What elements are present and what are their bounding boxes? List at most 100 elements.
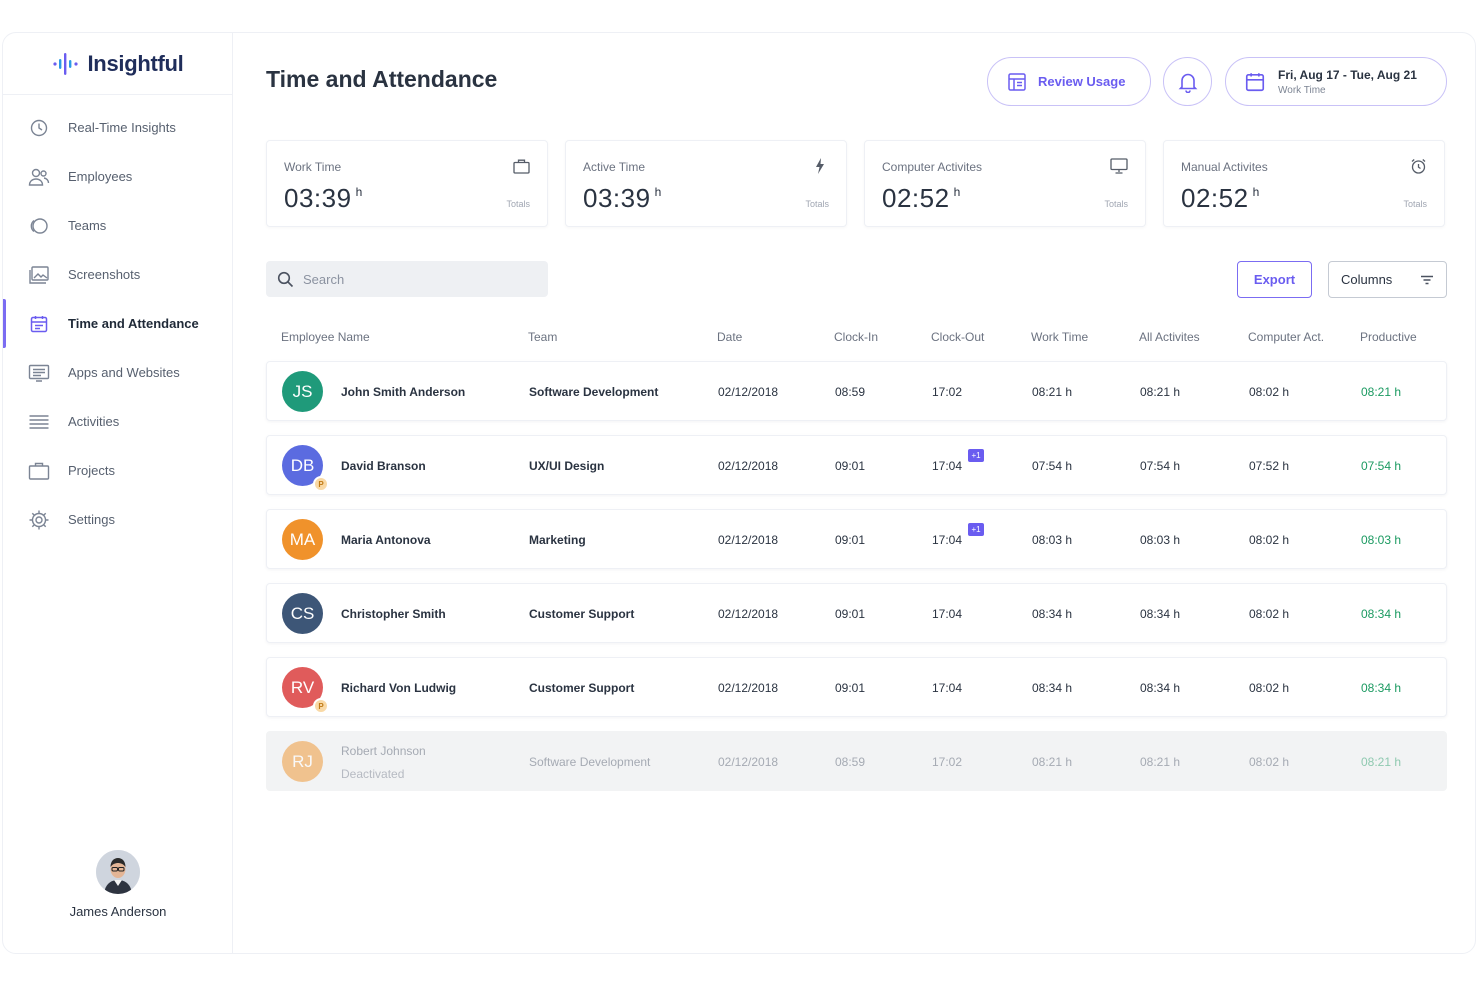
- sidebar-item-label: Screenshots: [68, 267, 141, 282]
- table-row[interactable]: CS Christopher Smith Customer Support 02…: [266, 583, 1447, 643]
- date-cell: 02/12/2018: [718, 459, 779, 473]
- team-name: Marketing: [529, 533, 586, 547]
- table-row[interactable]: RV P Richard Von Ludwig Customer Support…: [266, 657, 1447, 717]
- column-header-all-activites[interactable]: All Activites: [1139, 330, 1200, 344]
- teams-icon: [27, 214, 51, 238]
- review-usage-label: Review Usage: [1038, 74, 1126, 89]
- sidebar-item-projects[interactable]: Projects: [3, 446, 232, 495]
- clock-out-cell: 17:04: [932, 681, 963, 695]
- column-header-team[interactable]: Team: [528, 330, 557, 344]
- gear-icon: [27, 508, 51, 532]
- columns-button[interactable]: Columns: [1328, 261, 1447, 298]
- sidebar-item-apps-and-websites[interactable]: Apps and Websites: [3, 348, 232, 397]
- column-header-productive[interactable]: Productive: [1360, 330, 1417, 344]
- sidebar-nav: Real-Time Insights Employees Teams Scree…: [3, 95, 232, 544]
- employee-name[interactable]: Richard Von Ludwig: [341, 681, 456, 695]
- deactivated-label: Deactivated: [341, 767, 405, 781]
- clock-icon: [27, 116, 51, 140]
- sidebar-item-real-time-insights[interactable]: Real-Time Insights: [3, 103, 232, 152]
- date-cell: 02/12/2018: [718, 533, 779, 547]
- stat-value: 02:52 h: [882, 183, 961, 214]
- sidebar-item-label: Settings: [68, 512, 115, 527]
- columns-label: Columns: [1341, 272, 1393, 287]
- clock-out-cell: 17:02: [932, 385, 963, 399]
- stat-value: 03:39 h: [284, 183, 363, 214]
- sidebar-item-label: Time and Attendance: [68, 316, 199, 331]
- employee-name[interactable]: Robert Johnson: [341, 744, 426, 758]
- clock-in-cell: 09:01: [835, 607, 866, 621]
- employee-name[interactable]: Maria Antonova: [341, 533, 431, 547]
- date-cell: 02/12/2018: [718, 681, 779, 695]
- clock-out-cell: 17:04: [932, 459, 963, 473]
- sidebar-item-settings[interactable]: Settings: [3, 495, 232, 544]
- stat-foot: Totals: [1403, 199, 1427, 209]
- computer-act-cell: 07:52 h: [1249, 459, 1290, 473]
- sidebar-item-label: Employees: [68, 169, 133, 184]
- work-time-cell: 08:34 h: [1032, 607, 1073, 621]
- all-activites-cell: 08:34 h: [1140, 607, 1181, 621]
- productive-cell: 08:03 h: [1361, 533, 1402, 547]
- filter-icon: [1421, 275, 1433, 284]
- search-box[interactable]: [266, 261, 548, 297]
- work-time-cell: 08:34 h: [1032, 681, 1073, 695]
- user-profile[interactable]: James Anderson: [3, 850, 233, 919]
- user-name: James Anderson: [69, 904, 167, 919]
- table-body: JS John Smith Anderson Software Developm…: [266, 361, 1447, 805]
- lightning-icon: [811, 157, 829, 175]
- column-header-clock-out[interactable]: Clock-Out: [931, 330, 984, 344]
- table-row[interactable]: DB P David Branson UX/UI Design 02/12/20…: [266, 435, 1447, 495]
- table-row[interactable]: MA Maria Antonova Marketing 02/12/2018 0…: [266, 509, 1447, 569]
- avatar: [96, 850, 140, 894]
- apps-icon: [27, 361, 51, 385]
- clock-in-cell: 08:59: [835, 385, 866, 399]
- team-name: Customer Support: [529, 681, 635, 695]
- date-range-text: Fri, Aug 17 - Tue, Aug 21 Work Time: [1278, 68, 1417, 96]
- productive-cell: 07:54 h: [1361, 459, 1402, 473]
- notifications-button[interactable]: [1163, 57, 1212, 106]
- stat-card-computer-activites: Computer Activites 02:52 h Totals: [864, 140, 1146, 227]
- stat-card-active-time: Active Time 03:39 h Totals: [565, 140, 847, 227]
- review-usage-button[interactable]: Review Usage: [987, 57, 1151, 106]
- column-header-clock-in[interactable]: Clock-In: [834, 330, 878, 344]
- search-input[interactable]: [303, 271, 533, 287]
- logo-text: Insightful: [87, 50, 184, 76]
- stat-value: 02:52 h: [1181, 183, 1260, 214]
- logo[interactable]: Insightful: [3, 33, 232, 95]
- date-range-value: Fri, Aug 17 - Tue, Aug 21: [1278, 67, 1417, 82]
- team-name: UX/UI Design: [529, 459, 605, 473]
- all-activites-cell: 08:03 h: [1140, 533, 1181, 547]
- clock-in-cell: 09:01: [835, 533, 866, 547]
- productive-cell: 08:21 h: [1361, 385, 1402, 399]
- table-row[interactable]: RJ Robert Johnson Deactivated Software D…: [266, 731, 1447, 791]
- sidebar-item-time-and-attendance[interactable]: Time and Attendance: [3, 299, 232, 348]
- screenshots-icon: [27, 263, 51, 287]
- productive-cell: 08:21 h: [1361, 755, 1402, 769]
- clock-out-cell: 17:04: [932, 533, 963, 547]
- sidebar-item-employees[interactable]: Employees: [3, 152, 232, 201]
- sidebar-item-activities[interactable]: Activities: [3, 397, 232, 446]
- date-range-picker[interactable]: Fri, Aug 17 - Tue, Aug 21 Work Time: [1225, 57, 1447, 106]
- stat-label: Active Time: [583, 160, 646, 174]
- column-header-date[interactable]: Date: [717, 330, 742, 344]
- sidebar: Insightful Real-Time Insights Employees …: [3, 33, 233, 953]
- employee-name[interactable]: Christopher Smith: [341, 607, 446, 621]
- export-button[interactable]: Export: [1237, 261, 1312, 298]
- stat-label: Work Time: [284, 160, 342, 174]
- column-header-employee-name[interactable]: Employee Name: [281, 330, 370, 344]
- employee-name[interactable]: David Branson: [341, 459, 426, 473]
- table-row[interactable]: JS John Smith Anderson Software Developm…: [266, 361, 1447, 421]
- sidebar-item-teams[interactable]: Teams: [3, 201, 232, 250]
- date-cell: 02/12/2018: [718, 607, 779, 621]
- stat-card-manual-activites: Manual Activites 02:52 h Totals: [1163, 140, 1445, 227]
- all-activites-cell: 08:34 h: [1140, 681, 1181, 695]
- column-header-computer-act[interactable]: Computer Act.: [1248, 330, 1324, 344]
- clock-out-cell: 17:04: [932, 607, 963, 621]
- date-cell: 02/12/2018: [718, 385, 779, 399]
- sidebar-item-label: Apps and Websites: [68, 365, 180, 380]
- column-header-work-time[interactable]: Work Time: [1031, 330, 1088, 344]
- stat-unit: h: [1252, 185, 1260, 199]
- clock-in-cell: 09:01: [835, 459, 866, 473]
- sidebar-item-screenshots[interactable]: Screenshots: [3, 250, 232, 299]
- employee-name[interactable]: John Smith Anderson: [341, 385, 465, 399]
- clock-in-cell: 09:01: [835, 681, 866, 695]
